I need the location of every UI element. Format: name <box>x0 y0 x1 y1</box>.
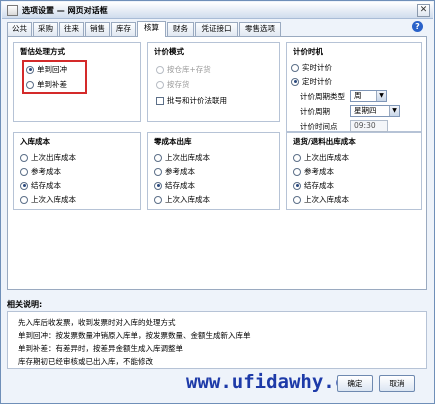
group-zero-cost-outbound: 零成本出库 上次出库成本 参考成本 结存成本 上次入库成本 <box>147 132 280 210</box>
checkbox-batch-pricing[interactable]: 批号和计价法联用 <box>156 95 227 106</box>
options-dialog: 选项设置 — 网页对话框 ✕ 公共 采购 往来 销售 库存 核算 财务 凭证接口… <box>0 0 435 404</box>
group-inbound-cost: 入库成本 上次出库成本 参考成本 结存成本 上次入库成本 <box>13 132 141 210</box>
radio-scheduled-pricing[interactable]: 定时计价 <box>291 76 332 87</box>
group-pricing-mode: 计价模式 按仓库+存货 按存货 批号和计价法联用 <box>147 42 280 122</box>
radio-selected-icon <box>293 181 301 190</box>
note-line: 先入库后收发票，收到发票时对入库的处理方式 <box>18 318 176 327</box>
period-label: 计价周期 <box>300 106 330 116</box>
radio-icon <box>20 153 28 162</box>
notes-panel: 先入库后收发票，收到发票时对入库的处理方式 单到回冲：按发票数量冲销原入库单，按… <box>7 311 427 369</box>
tab-costing[interactable]: 核算 <box>137 21 166 37</box>
group-temp-estimate: 暂估处理方式 单到回冲 单到补差 <box>13 42 141 122</box>
close-button[interactable]: ✕ <box>417 4 430 17</box>
period-type-label: 计价周期类型 <box>300 91 345 101</box>
period-select[interactable]: 星期四 ▼ <box>350 105 400 117</box>
radio-icon <box>20 167 28 176</box>
group-title: 入库成本 <box>20 137 50 146</box>
radio-selected-icon <box>291 77 299 86</box>
radio-return-balance-cost[interactable]: 结存成本 <box>293 180 334 191</box>
window-title: 选项设置 — 网页对话框 <box>22 6 108 15</box>
period-type-row: 计价周期类型 周 ▼ <box>300 90 387 102</box>
tab-purchase[interactable]: 采购 <box>33 22 58 36</box>
radio-icon <box>291 63 299 72</box>
help-icon[interactable]: ? <box>412 21 423 32</box>
title-bar: 选项设置 — 网页对话框 ✕ <box>2 2 433 19</box>
radio-icon <box>293 167 301 176</box>
tab-bar: 公共 采购 往来 销售 库存 核算 财务 凭证接口 零售选项 <box>7 21 427 37</box>
radio-icon <box>154 167 162 176</box>
tab-content: 暂估处理方式 单到回冲 单到补差 计价模式 按仓库+存货 按存货 批号和计价法联… <box>7 36 427 290</box>
radio-selected-icon <box>20 181 28 190</box>
radio-icon <box>156 80 164 89</box>
radio-zero-last-outbound-cost[interactable]: 上次出库成本 <box>154 152 210 163</box>
radio-selected-icon <box>26 65 34 74</box>
note-line: 单到补差：有差异时，按差异金额生成入库调整单 <box>18 344 183 353</box>
radio-icon <box>293 153 301 162</box>
radio-adjust-difference[interactable]: 单到补差 <box>26 79 67 90</box>
radio-zero-reference-cost[interactable]: 参考成本 <box>154 166 195 177</box>
radio-in-balance-cost[interactable]: 结存成本 <box>20 180 61 191</box>
radio-in-last-outbound-cost[interactable]: 上次出库成本 <box>20 152 76 163</box>
radio-selected-icon <box>154 181 162 190</box>
radio-reverse-on-invoice[interactable]: 单到回冲 <box>26 64 67 75</box>
radio-return-last-inbound-cost[interactable]: 上次入库成本 <box>293 194 349 205</box>
time-label: 计价时间点 <box>300 121 338 131</box>
tab-common[interactable]: 公共 <box>7 22 32 36</box>
group-pricing-timing: 计价时机 实时计价 定时计价 计价周期类型 周 ▼ 计价周期 星期四 ▼ 计价时… <box>286 42 422 132</box>
radio-icon <box>154 195 162 204</box>
notes-title: 相关说明: <box>7 300 43 309</box>
checkbox-icon <box>156 96 164 105</box>
note-line: 库存期初已经审核或已出入库，不能修改 <box>18 357 153 366</box>
window-icon <box>7 5 18 16</box>
group-return-outbound-cost: 退货/退料出库成本 上次出库成本 参考成本 结存成本 上次入库成本 <box>286 132 422 210</box>
group-title: 计价模式 <box>154 47 184 56</box>
period-row: 计价周期 星期四 ▼ <box>300 105 400 117</box>
ok-button[interactable]: 确定 <box>337 375 373 392</box>
cancel-button[interactable]: 取消 <box>379 375 415 392</box>
radio-return-reference-cost[interactable]: 参考成本 <box>293 166 334 177</box>
group-title: 退货/退料出库成本 <box>293 137 356 146</box>
radio-in-reference-cost[interactable]: 参考成本 <box>20 166 61 177</box>
radio-icon <box>154 153 162 162</box>
tab-finance[interactable]: 财务 <box>167 22 194 36</box>
group-title: 零成本出库 <box>154 137 192 146</box>
radio-return-last-outbound-cost[interactable]: 上次出库成本 <box>293 152 349 163</box>
note-line: 单到回冲：按发票数量冲销原入库单，按发票数量、金额生成新入库单 <box>18 331 251 340</box>
tab-voucher-interface[interactable]: 凭证接口 <box>195 22 238 36</box>
radio-icon <box>20 195 28 204</box>
time-input[interactable]: 09:30 <box>350 120 388 132</box>
radio-by-warehouse-and-item[interactable]: 按仓库+存货 <box>156 64 211 75</box>
chevron-down-icon: ▼ <box>389 106 399 116</box>
group-title: 计价时机 <box>293 47 323 56</box>
radio-zero-last-inbound-cost[interactable]: 上次入库成本 <box>154 194 210 205</box>
tab-retail-options[interactable]: 零售选项 <box>239 22 281 36</box>
tab-inventory[interactable]: 库存 <box>111 22 136 36</box>
tab-sales[interactable]: 销售 <box>85 22 110 36</box>
tab-accounts[interactable]: 往来 <box>59 22 84 36</box>
period-type-select[interactable]: 周 ▼ <box>350 90 387 102</box>
radio-icon <box>156 65 164 74</box>
radio-by-item[interactable]: 按存货 <box>156 79 190 90</box>
chevron-down-icon: ▼ <box>376 91 386 101</box>
radio-zero-balance-cost[interactable]: 结存成本 <box>154 180 195 191</box>
radio-icon <box>26 80 34 89</box>
radio-realtime-pricing[interactable]: 实时计价 <box>291 62 332 73</box>
radio-in-last-inbound-cost[interactable]: 上次入库成本 <box>20 194 76 205</box>
radio-icon <box>293 195 301 204</box>
group-title: 暂估处理方式 <box>20 47 65 56</box>
time-row: 计价时间点 09:30 <box>300 120 388 132</box>
